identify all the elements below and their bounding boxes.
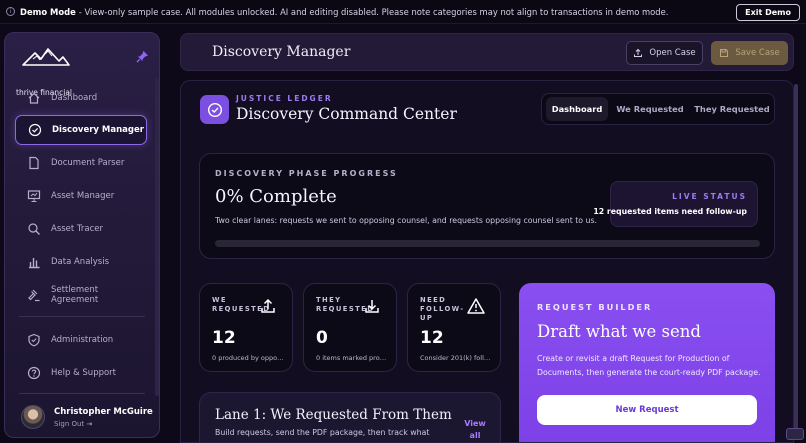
- presentation-icon: [27, 190, 41, 202]
- save-case-label: Save Case: [735, 48, 780, 58]
- sidebar-item-label: Discovery Manager: [52, 125, 144, 135]
- tab-we-requested[interactable]: We Requested: [614, 97, 686, 121]
- lane-title: Lane 1: We Requested From Them: [215, 407, 452, 423]
- progress-percent: 0% Complete: [215, 186, 337, 207]
- stat-subtext: Consider 201(k) follow-up: [420, 354, 492, 362]
- check-circle-icon: [28, 123, 42, 137]
- top-header: Discovery Manager Open Case Save Case: [180, 33, 794, 71]
- sidebar-item-data-analysis[interactable]: Data Analysis: [15, 247, 147, 277]
- sidebar-item-settlement-agreement[interactable]: Settlement Agreement: [15, 280, 147, 310]
- progress-card: DISCOVERY PHASE PROGRESS 0% Complete Two…: [199, 153, 775, 259]
- sidebar-item-asset-tracer[interactable]: Asset Tracer: [15, 214, 147, 244]
- sidebar-item-help-support[interactable]: Help & Support: [15, 358, 147, 388]
- sidebar-item-label: Data Analysis: [51, 257, 110, 267]
- search-icon: [28, 223, 40, 235]
- shield-icon: [28, 333, 40, 347]
- sidebar-item-label: Document Parser: [51, 158, 125, 168]
- progress-description: Two clear lanes: requests we sent to opp…: [215, 216, 598, 225]
- download-icon: [365, 300, 379, 313]
- save-icon: [720, 49, 729, 57]
- bar-chart-icon: [29, 258, 40, 269]
- sign-out-icon: ⇥: [86, 420, 93, 428]
- user-profile: Christopher McGuire Sign Out ⇥: [19, 403, 159, 433]
- document-icon: [29, 156, 39, 170]
- page-title: Discovery Manager: [212, 44, 351, 60]
- avatar: [21, 405, 45, 429]
- demo-banner: i Demo Mode - View-only sample case. All…: [0, 0, 806, 24]
- sidebar-item-discovery-manager[interactable]: Discovery Manager: [15, 115, 147, 145]
- stat-label: NEED FOLLOW-UP: [420, 296, 465, 322]
- stat-label: WE REQUESTED: [212, 296, 271, 313]
- sidebar-item-label: Asset Manager: [51, 191, 115, 201]
- tab-they-requested[interactable]: They Requested: [692, 97, 772, 121]
- stat-value: 12: [212, 328, 236, 348]
- home-icon: [28, 92, 40, 104]
- lane-card: Lane 1: We Requested From Them Build req…: [199, 392, 501, 442]
- live-status-box: LIVE STATUS 12 requested items need foll…: [593, 181, 758, 227]
- pin-icon[interactable]: [136, 50, 149, 63]
- sign-out-label: Sign Out: [54, 420, 85, 428]
- upload-icon: [261, 298, 275, 313]
- sidebar-divider: [19, 393, 145, 394]
- stat-subtext: 0 items marked produced: [316, 354, 388, 362]
- sidebar-item-document-parser[interactable]: Document Parser: [15, 148, 147, 178]
- stat-card-they-requested[interactable]: THEY REQUESTED 0 0 items marked produced: [303, 283, 397, 372]
- sidebar-scrollbar[interactable]: [155, 78, 159, 396]
- stat-card-we-requested[interactable]: WE REQUESTED 12 0 produced by opposing c…: [199, 283, 293, 372]
- view-tabs: Dashboard We Requested They Requested: [541, 93, 775, 125]
- exit-demo-button[interactable]: Exit Demo: [736, 4, 800, 21]
- live-status-text: 12 requested items need follow-up: [593, 207, 747, 216]
- sidebar-item-label: Dashboard: [51, 93, 98, 103]
- user-name: Christopher McGuire: [54, 407, 153, 417]
- sidebar-item-dashboard[interactable]: Dashboard: [15, 83, 147, 113]
- request-builder-label: REQUEST BUILDER: [537, 302, 653, 312]
- gavel-icon: [28, 289, 40, 302]
- sidebar-item-label: Administration: [51, 335, 114, 345]
- info-icon: i: [6, 7, 15, 16]
- stat-value: 0: [316, 328, 328, 348]
- sidebar-divider: [19, 316, 145, 317]
- main-scrollbar[interactable]: [794, 84, 798, 439]
- view-all-link[interactable]: View all: [458, 418, 492, 442]
- warning-icon: [467, 298, 485, 314]
- progress-label: DISCOVERY PHASE PROGRESS: [215, 169, 398, 178]
- open-case-label: Open Case: [649, 48, 696, 58]
- stat-card-need-follow-up[interactable]: NEED FOLLOW-UP 12 Consider 201(k) follow…: [407, 283, 501, 372]
- upload-icon: [634, 48, 643, 57]
- new-request-button[interactable]: New Request: [537, 395, 757, 425]
- tab-dashboard[interactable]: Dashboard: [546, 97, 608, 121]
- sidebar-item-label: Help & Support: [51, 368, 117, 378]
- lane-description: Build requests, send the PDF package, th…: [215, 428, 430, 437]
- demo-message: - View-only sample case. All modules unl…: [78, 6, 669, 17]
- main-panel: JUSTICE LEDGER Discovery Command Center …: [180, 80, 794, 443]
- live-status-label: LIVE STATUS: [672, 192, 747, 201]
- request-builder-card: REQUEST BUILDER Draft what we send Creat…: [519, 283, 775, 442]
- request-builder-description: Create or revisit a draft Request for Pr…: [537, 354, 761, 377]
- sidebar-item-label: Settlement Agreement: [51, 285, 99, 305]
- command-center-title: Discovery Command Center: [236, 105, 457, 123]
- mountain-logo-icon: [22, 48, 70, 66]
- sidebar-item-administration[interactable]: Administration: [15, 325, 147, 355]
- help-icon: [27, 366, 41, 380]
- sidebar-item-label: Asset Tracer: [51, 224, 103, 234]
- demo-mode-label: Demo Mode: [20, 6, 76, 17]
- save-case-button[interactable]: Save Case: [711, 41, 788, 65]
- open-case-button[interactable]: Open Case: [626, 41, 703, 65]
- sign-out-link[interactable]: Sign Out ⇥: [54, 420, 92, 428]
- stat-value: 12: [420, 328, 444, 348]
- sidebar: thrive financial Dashboard Discovery Man…: [4, 32, 160, 438]
- stat-label: THEY REQUESTED: [316, 296, 375, 313]
- progress-bar: [215, 240, 760, 247]
- eyebrow-label: JUSTICE LEDGER: [236, 94, 333, 103]
- check-badge-icon: [200, 95, 229, 124]
- sidebar-item-asset-manager[interactable]: Asset Manager: [15, 181, 147, 211]
- request-builder-title: Draft what we send: [537, 322, 701, 341]
- stat-subtext: 0 produced by opposing counsel: [212, 354, 284, 362]
- corner-widget[interactable]: [786, 428, 804, 440]
